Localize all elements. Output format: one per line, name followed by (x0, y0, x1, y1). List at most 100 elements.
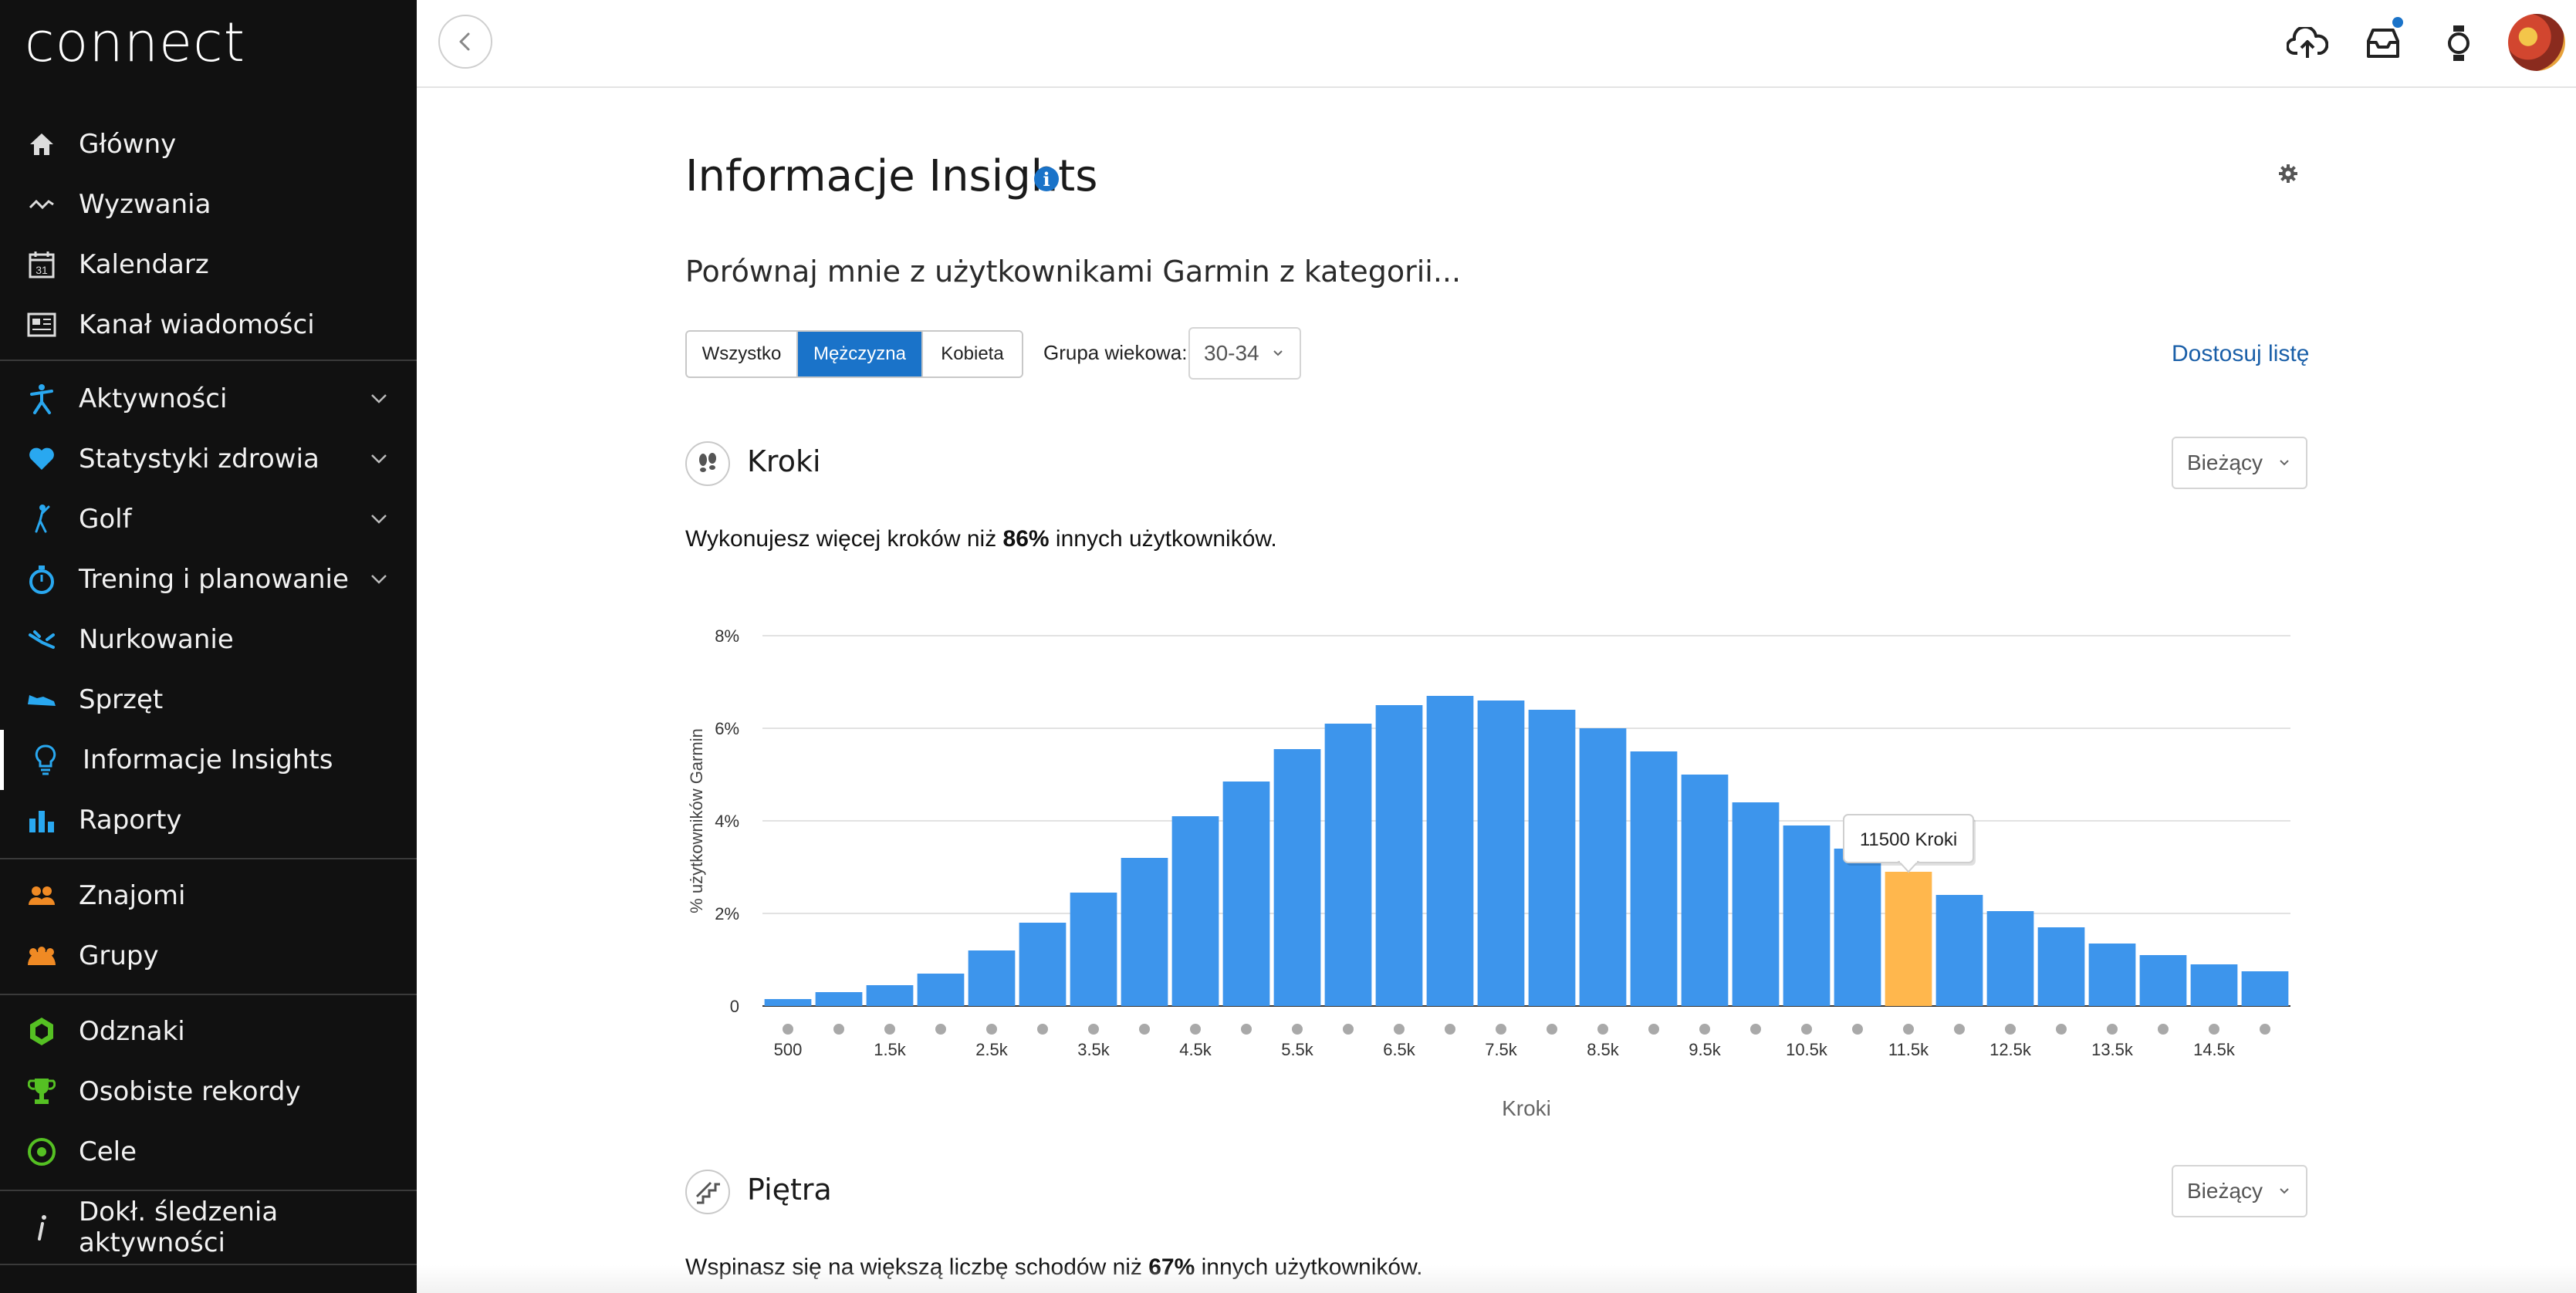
bar (764, 999, 812, 1006)
steps-period-select[interactable]: Bieżący (2172, 437, 2307, 489)
sidebar-item-cele[interactable]: Cele (0, 1122, 417, 1182)
sidebar-item-label: Odznaki (79, 1016, 185, 1047)
running-person-icon (25, 382, 59, 416)
bar (815, 992, 863, 1006)
gender-option-all[interactable]: Wszystko (687, 332, 798, 376)
sidebar-item-label: Kanał wiadomości (79, 309, 315, 340)
upload-button[interactable] (2286, 22, 2329, 65)
x-tick-label: 10.5k (1786, 1040, 1828, 1059)
sidebar-item-osobiste-rekordy[interactable]: Osobiste rekordy (0, 1062, 417, 1122)
customize-list-link[interactable]: Dostosuj listę (2172, 341, 2309, 367)
sidebar-item-raporty[interactable]: Raporty (0, 790, 417, 850)
sidebar-item-kalendarz[interactable]: 31 Kalendarz (0, 235, 417, 295)
x-axis-dot (935, 1024, 946, 1035)
info-icon[interactable]: i (1034, 167, 1059, 191)
heart-icon (25, 442, 59, 476)
sidebar-item-sprzet[interactable]: Sprzęt (0, 670, 417, 730)
bar (1070, 893, 1117, 1006)
home-icon (25, 127, 59, 161)
sidebar-divider (0, 858, 417, 859)
x-axis-dot (1597, 1024, 1608, 1035)
stairs-icon (685, 1170, 730, 1214)
bar (866, 985, 914, 1006)
bar (2190, 964, 2238, 1006)
connect-logo[interactable]: connect (25, 11, 245, 74)
sidebar-item-informacje-insights[interactable]: Informacje Insights (0, 730, 417, 790)
steps-section-title: Kroki (747, 444, 821, 478)
tooltip-pointer (1897, 861, 1920, 873)
upload-cloud-icon (2287, 27, 2328, 58)
x-axis-dot (1954, 1024, 1965, 1035)
floors-period-select[interactable]: Bieżący (2172, 1165, 2307, 1217)
sidebar-item-statystyki-zdrowia[interactable]: Statystyki zdrowia (0, 429, 417, 489)
sidebar-item-label: Cele (79, 1136, 137, 1167)
sidebar-item-golf[interactable]: Golf (0, 489, 417, 549)
top-bar (417, 0, 2576, 88)
devices-button[interactable] (2437, 22, 2480, 65)
avatar[interactable] (2508, 14, 2565, 71)
sidebar-item-odznaki[interactable]: Odznaki (0, 1001, 417, 1062)
trophy-icon (25, 1075, 59, 1109)
compare-description: Porównaj mnie z użytkownikami Garmin z k… (685, 255, 1462, 289)
x-axis-dot (2056, 1024, 2067, 1035)
sidebar-item-glowny[interactable]: Główny (0, 114, 417, 174)
sidebar-item-dokl-sledzenia-aktywnosci[interactable]: Dokł. śledzenia aktywności (0, 1197, 417, 1258)
bar (1935, 895, 1983, 1006)
gender-option-male[interactable]: Mężczyzna (798, 332, 923, 376)
bar-chart-icon (25, 803, 59, 837)
stopwatch-icon (25, 562, 59, 596)
bar (1477, 701, 1525, 1006)
sidebar-item-aktywnosci[interactable]: Aktywności (0, 369, 417, 429)
gender-filter: Wszystko Mężczyzna Kobieta (685, 330, 1023, 378)
challenges-icon (25, 187, 59, 221)
bar (1324, 724, 1372, 1006)
sidebar-item-label: Wyzwania (79, 189, 211, 220)
sidebar-item-label: Aktywności (79, 383, 228, 414)
steps-period-value: Bieżący (2187, 451, 2263, 474)
watch-icon (2448, 25, 2470, 61)
sidebar-item-label: Trening i planowanie (79, 564, 349, 595)
sidebar-item-label: Znajomi (79, 880, 186, 911)
x-axis-dot (1801, 1024, 1812, 1035)
bar (968, 950, 1016, 1006)
inbox-button[interactable] (2361, 17, 2405, 65)
back-button[interactable] (438, 15, 492, 69)
chevron-down-icon[interactable] (367, 568, 390, 591)
age-group-select[interactable]: 30-34 (1188, 327, 1301, 380)
x-tick-label: 5.5k (1281, 1040, 1314, 1059)
bar (1528, 710, 1576, 1006)
sidebar-item-label: Nurkowanie (79, 624, 234, 655)
bar (1426, 696, 1474, 1006)
sidebar-item-znajomi[interactable]: Znajomi (0, 866, 417, 926)
bar (1783, 825, 1831, 1006)
chevron-down-icon[interactable] (367, 508, 390, 531)
bar (2037, 927, 2085, 1006)
gear-icon[interactable] (2277, 162, 2300, 185)
gender-option-female[interactable]: Kobieta (923, 332, 1022, 376)
sidebar-item-trening-i-planowanie[interactable]: Trening i planowanie (0, 549, 417, 609)
sidebar-item-wyzwania[interactable]: Wyzwania (0, 174, 417, 235)
y-axis-label: % użytkowników Garmin (687, 728, 706, 913)
x-axis-dot (1292, 1024, 1303, 1035)
x-axis-dot (2005, 1024, 2016, 1035)
sidebar-item-grupy[interactable]: Grupy (0, 926, 417, 986)
x-axis-dot (1190, 1024, 1201, 1035)
chevron-down-icon[interactable] (367, 387, 390, 410)
sidebar-divider (0, 994, 417, 995)
x-axis-dot (1648, 1024, 1659, 1035)
sidebar-item-nurkowanie[interactable]: Nurkowanie (0, 609, 417, 670)
sidebar-item-kanal-wiadomosci[interactable]: Kanał wiadomości (0, 295, 417, 355)
sidebar-divider (0, 1190, 417, 1191)
bar (1222, 782, 1270, 1006)
floors-period-value: Bieżący (2187, 1179, 2263, 1203)
chevron-down-icon[interactable] (367, 447, 390, 471)
x-axis-dot (833, 1024, 844, 1035)
sidebar-item-label: Główny (79, 129, 177, 160)
badge-icon (25, 1014, 59, 1048)
lightbulb-icon (29, 743, 63, 777)
bar (2088, 944, 2136, 1006)
bar (1171, 816, 1219, 1006)
x-axis-dot (1750, 1024, 1761, 1035)
x-tick-label: 4.5k (1179, 1040, 1212, 1059)
steps-summary: Wykonujesz więcej kroków niż 86% innych … (685, 526, 1277, 552)
